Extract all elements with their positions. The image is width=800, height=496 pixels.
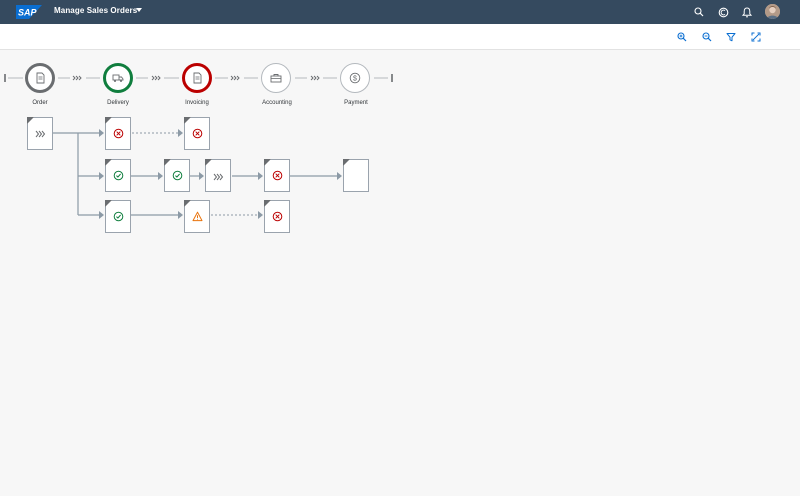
filter-icon[interactable] (724, 30, 738, 44)
notifications-icon[interactable] (740, 5, 754, 19)
sap-logo[interactable]: SAP (16, 5, 42, 19)
shell-bar: SAP Manage Sales Orders (0, 0, 800, 24)
fullscreen-icon[interactable] (749, 30, 763, 44)
zoom-in-icon[interactable] (675, 30, 689, 44)
process-flow: Order Delivery Invoicing Accounting $ Pa… (0, 51, 800, 496)
search-icon[interactable] (692, 5, 706, 19)
chevron-down-icon[interactable] (136, 8, 142, 12)
flow-toolbar (0, 24, 800, 50)
copilot-icon[interactable] (716, 5, 730, 19)
app-title[interactable]: Manage Sales Orders (54, 6, 137, 15)
logo-text: SAP (18, 8, 38, 18)
zoom-out-icon[interactable] (700, 30, 714, 44)
card-folds (27, 117, 350, 207)
avatar[interactable] (765, 4, 780, 19)
